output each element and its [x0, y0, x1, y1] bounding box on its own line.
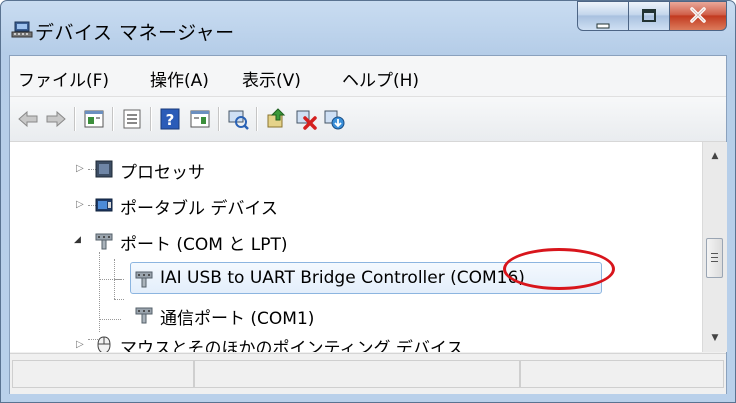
- tree-node-portable-devices[interactable]: ▷ ポータブル デバイス: [10, 188, 610, 222]
- menu-bar: ファイル(F) 操作(A) 表示(V) ヘルプ(H): [10, 56, 726, 97]
- uninstall-device-icon[interactable]: [322, 107, 346, 131]
- status-pane: [194, 360, 520, 388]
- menu-action[interactable]: 操作(A): [150, 66, 209, 91]
- vertical-scrollbar[interactable]: ▲ ▼: [702, 142, 727, 352]
- action-pane-icon[interactable]: [188, 107, 212, 131]
- toolbar-separator: [218, 107, 220, 131]
- show-hidden-icon[interactable]: [120, 107, 144, 131]
- tree-label: IAI USB to UART Bridge Controller (COM16…: [160, 268, 525, 288]
- menu-file[interactable]: ファイル(F): [18, 66, 109, 91]
- svg-text:?: ?: [166, 111, 175, 129]
- toolbar-separator: [74, 107, 76, 131]
- menu-help[interactable]: ヘルプ(H): [342, 66, 419, 91]
- grip-line: [711, 257, 718, 258]
- device-manager-icon: [11, 21, 33, 38]
- grip-line: [711, 253, 718, 254]
- client-area: ファイル(F) 操作(A) 表示(V) ヘルプ(H) ? ▷ プロセッサ ▷ ポ…: [9, 55, 727, 394]
- forward-arrow-icon[interactable]: [44, 107, 68, 131]
- status-pane: [12, 360, 194, 388]
- toolbar-separator: [150, 107, 152, 131]
- tree-node-processor[interactable]: ▷ プロセッサ: [10, 152, 610, 186]
- com16-highlight-circle: [503, 248, 615, 290]
- status-bar: [10, 353, 726, 394]
- device-tree: ▷ プロセッサ ▷ ポータブル デバイス ◢ ポート (COM と LPT) I…: [10, 142, 703, 352]
- disable-device-icon[interactable]: [294, 107, 318, 131]
- title-bar[interactable]: デバイス マネージャー: [1, 1, 735, 55]
- toolbar-separator: [256, 107, 258, 131]
- tree-node-com1[interactable]: 通信ポート (COM1): [10, 298, 610, 332]
- status-pane: [520, 360, 724, 388]
- port-icon: [135, 307, 153, 324]
- back-arrow-icon[interactable]: [16, 107, 40, 131]
- portable-device-icon: [95, 198, 113, 212]
- scroll-down-arrow-icon[interactable]: ▼: [703, 328, 727, 348]
- scrollbar-thumb[interactable]: [706, 238, 723, 278]
- maximize-button[interactable]: [628, 1, 670, 31]
- properties-icon[interactable]: [82, 107, 106, 131]
- toolbar-separator: [112, 107, 114, 131]
- window-title: デバイス マネージャー: [35, 22, 235, 44]
- tree-label: ポート (COM と LPT): [120, 235, 288, 255]
- expand-collapsed-icon[interactable]: ▷: [76, 339, 84, 350]
- toolbar: ?: [10, 97, 726, 142]
- expand-expanded-icon[interactable]: ◢: [74, 235, 81, 245]
- minimize-button[interactable]: [577, 1, 629, 31]
- tree-label: ポータブル デバイス: [120, 199, 278, 219]
- maximize-icon: [629, 8, 669, 28]
- close-button[interactable]: [669, 1, 727, 31]
- tree-node-mice[interactable]: ▷ マウスとそのほかのポインティング デバイス: [10, 328, 610, 352]
- scan-hardware-icon[interactable]: [226, 107, 250, 131]
- expand-collapsed-icon[interactable]: ▷: [76, 199, 84, 210]
- update-driver-icon[interactable]: [264, 107, 288, 131]
- tree-label: マウスとそのほかのポインティング デバイス: [120, 339, 464, 352]
- minimize-icon: [578, 14, 628, 33]
- scroll-up-arrow-icon[interactable]: ▲: [703, 146, 727, 166]
- tree-label: プロセッサ: [120, 163, 205, 183]
- processor-icon: [95, 160, 113, 178]
- close-icon: [670, 6, 726, 28]
- help-icon[interactable]: ?: [158, 107, 182, 131]
- port-icon: [95, 233, 113, 250]
- grip-line: [711, 261, 718, 262]
- device-manager-window: デバイス マネージャー ファイル(F) 操作(A) 表示(V) ヘルプ(H) ?…: [0, 0, 736, 403]
- mouse-icon: [97, 336, 111, 352]
- expand-collapsed-icon[interactable]: ▷: [76, 163, 84, 174]
- port-icon: [135, 271, 153, 288]
- menu-view[interactable]: 表示(V): [242, 66, 301, 91]
- tree-label: 通信ポート (COM1): [160, 309, 315, 329]
